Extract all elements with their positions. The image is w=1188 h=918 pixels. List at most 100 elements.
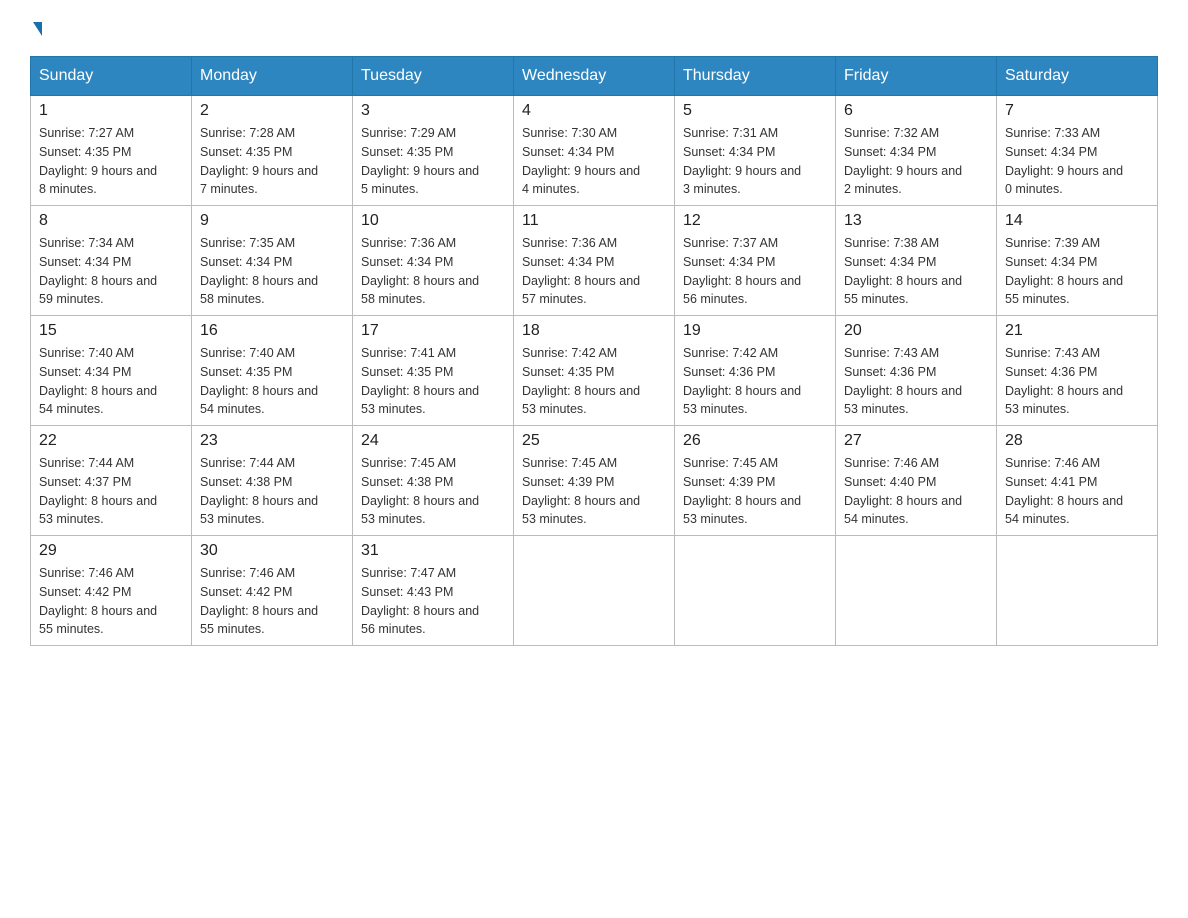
day-cell-16: 16Sunrise: 7:40 AMSunset: 4:35 PMDayligh…	[192, 316, 353, 426]
day-cell-4: 4 Sunrise: 7:30 AMSunset: 4:34 PMDaylight…	[514, 96, 675, 206]
day-number: 2	[200, 102, 344, 120]
day-info: Sunrise: 7:46 AMSunset: 4:41 PMDaylight:…	[1005, 454, 1149, 529]
header-day-wednesday: Wednesday	[514, 57, 675, 96]
day-number: 31	[361, 542, 505, 560]
day-info: Sunrise: 7:40 AMSunset: 4:35 PMDaylight:…	[200, 344, 344, 419]
day-number: 1	[39, 102, 183, 120]
day-number: 4	[522, 102, 666, 120]
day-number: 30	[200, 542, 344, 560]
header-day-thursday: Thursday	[675, 57, 836, 96]
day-number: 9	[200, 212, 344, 230]
day-number: 11	[522, 212, 666, 230]
day-info: Sunrise: 7:45 AMSunset: 4:39 PMDaylight:…	[683, 454, 827, 529]
day-info: Sunrise: 7:46 AMSunset: 4:40 PMDaylight:…	[844, 454, 988, 529]
empty-cell	[836, 536, 997, 646]
empty-cell	[997, 536, 1158, 646]
day-cell-21: 21 Sunrise: 7:43 AMSunset: 4:36 PMDayligh…	[997, 316, 1158, 426]
day-number: 12	[683, 212, 827, 230]
day-info: Sunrise: 7:35 AMSunset: 4:34 PMDaylight:…	[200, 234, 344, 309]
day-info: Sunrise: 7:29 AMSunset: 4:35 PMDaylight:…	[361, 124, 505, 199]
day-number: 21	[1005, 322, 1149, 340]
day-number: 13	[844, 212, 988, 230]
day-info: Sunrise: 7:45 AMSunset: 4:39 PMDaylight:…	[522, 454, 666, 529]
day-info: Sunrise: 7:44 AMSunset: 4:38 PMDaylight:…	[200, 454, 344, 529]
day-info: Sunrise: 7:43 AMSunset: 4:36 PMDaylight:…	[844, 344, 988, 419]
day-info: Sunrise: 7:43 AMSunset: 4:36 PMDaylight:…	[1005, 344, 1149, 419]
day-number: 28	[1005, 432, 1149, 450]
header-day-monday: Monday	[192, 57, 353, 96]
logo-arrow-icon	[33, 22, 42, 36]
day-cell-3: 3 Sunrise: 7:29 AMSunset: 4:35 PMDaylight…	[353, 96, 514, 206]
day-cell-14: 14 Sunrise: 7:39 AMSunset: 4:34 PMDayligh…	[997, 206, 1158, 316]
calendar-body: 1 Sunrise: 7:27 AMSunset: 4:35 PMDaylight…	[31, 96, 1158, 646]
week-row-1: 1 Sunrise: 7:27 AMSunset: 4:35 PMDaylight…	[31, 96, 1158, 206]
day-cell-12: 12Sunrise: 7:37 AMSunset: 4:34 PMDayligh…	[675, 206, 836, 316]
page-header	[30, 20, 1158, 36]
day-number: 17	[361, 322, 505, 340]
day-info: Sunrise: 7:38 AMSunset: 4:34 PMDaylight:…	[844, 234, 988, 309]
day-number: 29	[39, 542, 183, 560]
day-cell-18: 18 Sunrise: 7:42 AMSunset: 4:35 PMDayligh…	[514, 316, 675, 426]
day-cell-13: 13 Sunrise: 7:38 AMSunset: 4:34 PMDayligh…	[836, 206, 997, 316]
day-cell-8: 8Sunrise: 7:34 AMSunset: 4:34 PMDaylight…	[31, 206, 192, 316]
day-cell-17: 17 Sunrise: 7:41 AMSunset: 4:35 PMDayligh…	[353, 316, 514, 426]
day-number: 7	[1005, 102, 1149, 120]
day-info: Sunrise: 7:33 AMSunset: 4:34 PMDaylight:…	[1005, 124, 1149, 199]
calendar-table: SundayMondayTuesdayWednesdayThursdayFrid…	[30, 56, 1158, 646]
day-number: 10	[361, 212, 505, 230]
week-row-3: 15 Sunrise: 7:40 AMSunset: 4:34 PMDayligh…	[31, 316, 1158, 426]
day-info: Sunrise: 7:42 AMSunset: 4:35 PMDaylight:…	[522, 344, 666, 419]
day-cell-25: 25 Sunrise: 7:45 AMSunset: 4:39 PMDayligh…	[514, 426, 675, 536]
day-info: Sunrise: 7:27 AMSunset: 4:35 PMDaylight:…	[39, 124, 183, 199]
day-number: 15	[39, 322, 183, 340]
day-info: Sunrise: 7:41 AMSunset: 4:35 PMDaylight:…	[361, 344, 505, 419]
day-cell-24: 24 Sunrise: 7:45 AMSunset: 4:38 PMDayligh…	[353, 426, 514, 536]
day-cell-19: 19Sunrise: 7:42 AMSunset: 4:36 PMDayligh…	[675, 316, 836, 426]
day-cell-1: 1 Sunrise: 7:27 AMSunset: 4:35 PMDaylight…	[31, 96, 192, 206]
day-info: Sunrise: 7:40 AMSunset: 4:34 PMDaylight:…	[39, 344, 183, 419]
day-cell-29: 29 Sunrise: 7:46 AMSunset: 4:42 PMDayligh…	[31, 536, 192, 646]
day-info: Sunrise: 7:39 AMSunset: 4:34 PMDaylight:…	[1005, 234, 1149, 309]
day-cell-2: 2Sunrise: 7:28 AMSunset: 4:35 PMDaylight…	[192, 96, 353, 206]
day-cell-31: 31 Sunrise: 7:47 AMSunset: 4:43 PMDayligh…	[353, 536, 514, 646]
day-number: 26	[683, 432, 827, 450]
day-cell-7: 7 Sunrise: 7:33 AMSunset: 4:34 PMDaylight…	[997, 96, 1158, 206]
day-info: Sunrise: 7:34 AMSunset: 4:34 PMDaylight:…	[39, 234, 183, 309]
day-number: 20	[844, 322, 988, 340]
day-info: Sunrise: 7:30 AMSunset: 4:34 PMDaylight:…	[522, 124, 666, 199]
logo	[30, 20, 42, 36]
header-day-saturday: Saturday	[997, 57, 1158, 96]
header-day-sunday: Sunday	[31, 57, 192, 96]
day-info: Sunrise: 7:36 AMSunset: 4:34 PMDaylight:…	[522, 234, 666, 309]
day-cell-6: 6Sunrise: 7:32 AMSunset: 4:34 PMDaylight…	[836, 96, 997, 206]
day-number: 5	[683, 102, 827, 120]
empty-cell	[675, 536, 836, 646]
day-cell-20: 20 Sunrise: 7:43 AMSunset: 4:36 PMDayligh…	[836, 316, 997, 426]
week-row-2: 8Sunrise: 7:34 AMSunset: 4:34 PMDaylight…	[31, 206, 1158, 316]
empty-cell	[514, 536, 675, 646]
day-cell-27: 27Sunrise: 7:46 AMSunset: 4:40 PMDayligh…	[836, 426, 997, 536]
day-number: 25	[522, 432, 666, 450]
day-info: Sunrise: 7:46 AMSunset: 4:42 PMDaylight:…	[39, 564, 183, 639]
day-cell-22: 22Sunrise: 7:44 AMSunset: 4:37 PMDayligh…	[31, 426, 192, 536]
day-cell-11: 11 Sunrise: 7:36 AMSunset: 4:34 PMDayligh…	[514, 206, 675, 316]
day-info: Sunrise: 7:47 AMSunset: 4:43 PMDaylight:…	[361, 564, 505, 639]
day-cell-23: 23Sunrise: 7:44 AMSunset: 4:38 PMDayligh…	[192, 426, 353, 536]
week-row-4: 22Sunrise: 7:44 AMSunset: 4:37 PMDayligh…	[31, 426, 1158, 536]
day-cell-5: 5Sunrise: 7:31 AMSunset: 4:34 PMDaylight…	[675, 96, 836, 206]
day-info: Sunrise: 7:45 AMSunset: 4:38 PMDaylight:…	[361, 454, 505, 529]
day-cell-28: 28 Sunrise: 7:46 AMSunset: 4:41 PMDayligh…	[997, 426, 1158, 536]
day-cell-10: 10Sunrise: 7:36 AMSunset: 4:34 PMDayligh…	[353, 206, 514, 316]
day-info: Sunrise: 7:46 AMSunset: 4:42 PMDaylight:…	[200, 564, 344, 639]
day-cell-30: 30 Sunrise: 7:46 AMSunset: 4:42 PMDayligh…	[192, 536, 353, 646]
day-number: 19	[683, 322, 827, 340]
day-cell-15: 15 Sunrise: 7:40 AMSunset: 4:34 PMDayligh…	[31, 316, 192, 426]
day-number: 3	[361, 102, 505, 120]
header-row: SundayMondayTuesdayWednesdayThursdayFrid…	[31, 57, 1158, 96]
header-day-tuesday: Tuesday	[353, 57, 514, 96]
day-cell-9: 9 Sunrise: 7:35 AMSunset: 4:34 PMDaylight…	[192, 206, 353, 316]
day-number: 18	[522, 322, 666, 340]
day-number: 14	[1005, 212, 1149, 230]
day-number: 24	[361, 432, 505, 450]
week-row-5: 29 Sunrise: 7:46 AMSunset: 4:42 PMDayligh…	[31, 536, 1158, 646]
